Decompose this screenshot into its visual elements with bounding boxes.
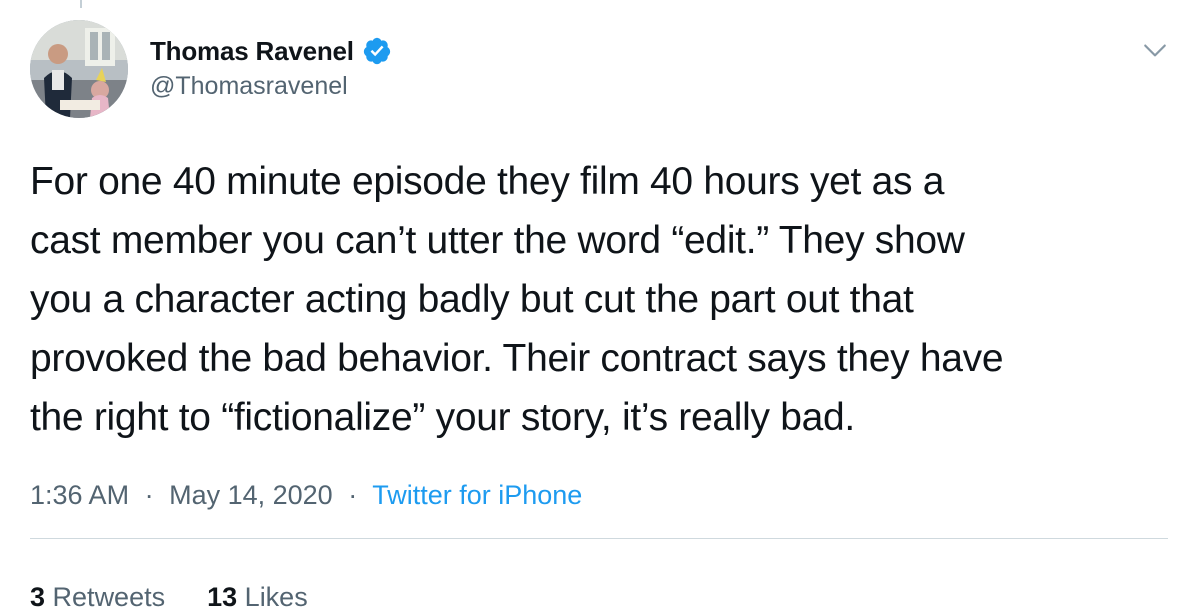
meta-separator: · [348,480,358,510]
author-display-name[interactable]: Thomas Ravenel [150,36,354,67]
retweets-label: Retweets [52,582,166,612]
tweet-text-line: the right to “fictionalize” your story, … [30,396,855,439]
tweet-date[interactable]: May 14, 2020 [169,480,333,510]
chevron-down-icon[interactable] [1142,38,1168,64]
display-name-row: Thomas Ravenel [150,34,392,68]
verified-badge-icon [363,37,390,65]
avatar[interactable] [30,20,128,118]
tweet-text-line: For one 40 minute episode they film 40 h… [30,160,945,203]
tweet-source-link[interactable]: Twitter for iPhone [372,480,582,510]
meta-separator: · [144,480,154,510]
tweet-text-line: cast member you can’t utter the word “ed… [30,219,965,262]
tweet-text-line: you a character acting badly but cut the… [30,278,914,321]
tweet-time[interactable]: 1:36 AM [30,480,129,510]
likes-label: Likes [244,582,308,612]
tweet-text-line: provoked the bad behavior. Their contrac… [30,337,1004,380]
retweets-stat[interactable]: 3 Retweets [30,582,165,613]
author-names: Thomas Ravenel @Thomasravenel [150,34,392,101]
author-handle[interactable]: @Thomasravenel [150,72,392,101]
tweet-stats: 3 Retweets 13 Likes [30,582,308,613]
likes-count: 13 [207,582,238,612]
thread-connector-line [80,0,82,8]
likes-stat[interactable]: 13 Likes [207,582,308,613]
retweets-count: 3 [30,582,46,612]
avatar-photo [30,20,128,118]
tweet-meta: 1:36 AM · May 14, 2020 · Twitter for iPh… [30,480,582,511]
tweet-detail: Thomas Ravenel @Thomasravenel For one 40… [0,0,1198,616]
tweet-header: Thomas Ravenel @Thomasravenel [30,20,1168,120]
tweet-text: For one 40 minute episode they film 40 h… [30,152,1180,447]
divider [30,538,1168,539]
